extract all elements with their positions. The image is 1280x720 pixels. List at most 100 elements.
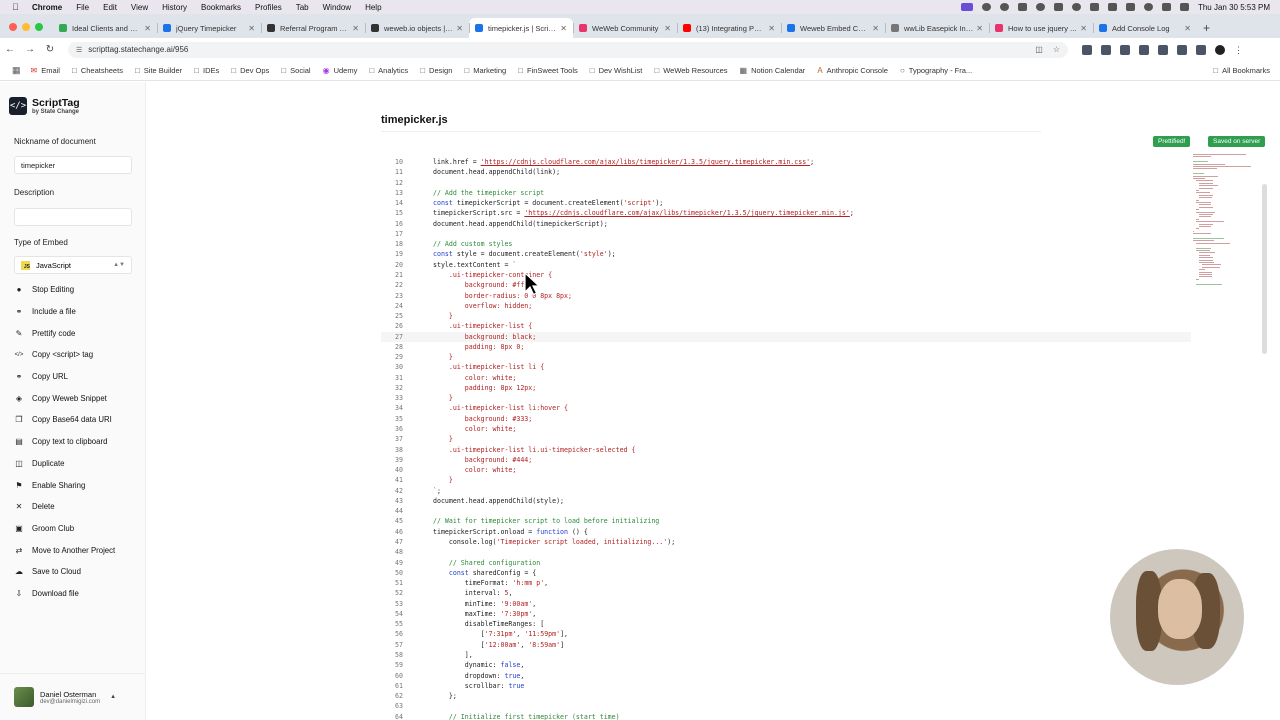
- code-line[interactable]: 52 interval: 5,: [381, 588, 1191, 598]
- code-line[interactable]: 64 // Initialize first timepicker (start…: [381, 712, 1191, 720]
- action-copy-base64-data-uri[interactable]: ❐ Copy Base64 data URI: [14, 409, 115, 431]
- code-line[interactable]: 20 style.textContent = `: [381, 260, 1191, 270]
- code-line[interactable]: 49 // Shared configuration: [381, 558, 1191, 568]
- code-line[interactable]: 60 dropdown: true,: [381, 671, 1191, 681]
- menu-clock[interactable]: Thu Jan 30 5:53 PM: [1198, 3, 1270, 12]
- address-url[interactable]: scripttag.statechange.ai/956: [88, 45, 188, 54]
- code-line[interactable]: 50 const sharedConfig = {: [381, 568, 1191, 578]
- code-line[interactable]: 48: [381, 547, 1191, 557]
- code-line[interactable]: 41 }: [381, 475, 1191, 485]
- bookmark-item[interactable]: □ Dev Ops: [231, 66, 269, 75]
- code-line[interactable]: 19 const style = document.createElement('…: [381, 249, 1191, 259]
- code-line[interactable]: 18 // Add custom styles: [381, 239, 1191, 249]
- code-line[interactable]: 42 `;: [381, 486, 1191, 496]
- scripttag-logo[interactable]: </> ScriptTag by State Change: [9, 97, 80, 115]
- code-line[interactable]: 25 }: [381, 311, 1191, 321]
- close-tab-icon[interactable]: ✕: [1080, 24, 1087, 33]
- close-tab-icon[interactable]: ✕: [352, 24, 359, 33]
- browser-tab[interactable]: Referral Program A... ✕: [261, 18, 365, 38]
- close-tab-icon[interactable]: ✕: [872, 24, 879, 33]
- action-copy-weweb-snippet[interactable]: ◈ Copy Weweb Snippet: [14, 387, 115, 409]
- code-line[interactable]: 54 maxTime: '7:30pm',: [381, 609, 1191, 619]
- code-minimap[interactable]: [1193, 152, 1261, 302]
- nickname-field[interactable]: timepicker: [14, 156, 132, 174]
- code-line[interactable]: 16 document.head.appendChild(timepickerSc…: [381, 219, 1191, 229]
- browser-tab[interactable]: jQuery Timepicker ✕: [157, 18, 261, 38]
- code-line[interactable]: 46 timepickerScript.onload = function () …: [381, 527, 1191, 537]
- code-line[interactable]: 53 minTime: '9:00am',: [381, 599, 1191, 609]
- status-icon[interactable]: [981, 3, 991, 11]
- close-tab-icon[interactable]: ✕: [144, 24, 151, 33]
- code-editor[interactable]: 10 link.href = 'https://cdnjs.cloudflare.…: [381, 152, 1191, 720]
- action-copy-text-to-clipboard[interactable]: ▤ Copy text to clipboard: [14, 431, 115, 453]
- action-save-to-cloud[interactable]: ☁ Save to Cloud: [14, 561, 115, 583]
- code-line[interactable]: 56 ['7:31pm', '11:59pm'],: [381, 629, 1191, 639]
- bookmark-item[interactable]: □ Marketing: [464, 66, 506, 75]
- code-line[interactable]: 17: [381, 229, 1191, 239]
- menu-profiles[interactable]: Profiles: [255, 3, 282, 12]
- action-copy-script-tag[interactable]: </> Copy <script> tag: [14, 344, 115, 366]
- browser-tab[interactable]: Add Console Log ✕: [1093, 18, 1197, 38]
- bookmark-item[interactable]: □ Analytics: [369, 66, 408, 75]
- close-tab-icon[interactable]: ✕: [1184, 24, 1191, 33]
- search-icon[interactable]: [1161, 3, 1171, 11]
- code-line[interactable]: 23 border-radius: 0 0 8px 8px;: [381, 291, 1191, 301]
- code-line[interactable]: 59 dynamic: false,: [381, 660, 1191, 670]
- code-line[interactable]: 34 .ui-timepicker-list li:hover {: [381, 403, 1191, 413]
- reload-icon[interactable]: ↻: [40, 44, 60, 55]
- code-line[interactable]: 36 color: white;: [381, 424, 1191, 434]
- status-icon[interactable]: [1017, 3, 1027, 11]
- code-line[interactable]: 10 link.href = 'https://cdnjs.cloudflare.…: [381, 157, 1191, 167]
- close-tab-icon[interactable]: ✕: [976, 24, 983, 33]
- code-line[interactable]: 62 };: [381, 691, 1191, 701]
- more-menu-icon[interactable]: ⋮: [1234, 45, 1244, 55]
- code-line[interactable]: 30 .ui-timepicker-list li {: [381, 362, 1191, 372]
- close-window-icon[interactable]: [9, 23, 17, 31]
- status-icon[interactable]: [999, 3, 1009, 11]
- menu-app-name[interactable]: Chrome: [32, 3, 62, 12]
- new-tab-button[interactable]: +: [1197, 21, 1216, 38]
- menu-window[interactable]: Window: [323, 3, 351, 12]
- code-line[interactable]: 57 ['12:00am', '8:59am']: [381, 640, 1191, 650]
- control-center-icon[interactable]: [1179, 3, 1189, 11]
- code-line[interactable]: 35 background: #333;: [381, 414, 1191, 424]
- code-line[interactable]: 15 timepickerScript.src = 'https://cdnjs.…: [381, 208, 1191, 218]
- code-line[interactable]: 55 disableTimeRanges: [: [381, 619, 1191, 629]
- code-line[interactable]: 44: [381, 506, 1191, 516]
- browser-tab[interactable]: How to use jquery ... ✕: [989, 18, 1093, 38]
- browser-tab[interactable]: Ideal Clients and Le... ✕: [53, 18, 157, 38]
- volume-icon[interactable]: [1107, 3, 1117, 11]
- screen-record-icon[interactable]: [960, 3, 973, 11]
- code-line[interactable]: 61 scrollbar: true: [381, 681, 1191, 691]
- bookmark-item[interactable]: □ IDEs: [194, 66, 219, 75]
- bookmark-item[interactable]: ○ Typography - Fra...: [900, 66, 972, 75]
- code-line[interactable]: 51 timeFormat: 'h:mm p',: [381, 578, 1191, 588]
- action-copy-url[interactable]: ⚭ Copy URL: [14, 366, 115, 388]
- code-line[interactable]: 24 overflow: hidden;: [381, 301, 1191, 311]
- bookmark-item[interactable]: □ Social: [281, 66, 310, 75]
- action-delete[interactable]: ✕ Delete: [14, 496, 115, 518]
- maximize-window-icon[interactable]: [35, 23, 43, 31]
- extension-icon[interactable]: [1139, 44, 1149, 55]
- site-info-icon[interactable]: ☰: [76, 46, 82, 54]
- code-line[interactable]: 31 color: white;: [381, 373, 1191, 383]
- code-line[interactable]: 38 .ui-timepicker-list li.ui-timepicker-…: [381, 445, 1191, 455]
- menu-file[interactable]: File: [76, 3, 89, 12]
- code-line[interactable]: 47 console.log('Timepicker script loaded…: [381, 537, 1191, 547]
- bookmark-item[interactable]: □ Site Builder: [135, 66, 182, 75]
- chevron-up-icon[interactable]: ▲: [110, 694, 116, 700]
- browser-tab[interactable]: weweb.io objects | ... ✕: [365, 18, 469, 38]
- status-icon[interactable]: [1053, 3, 1063, 11]
- bookmark-item[interactable]: ▦ Notion Calendar: [740, 66, 806, 75]
- code-line[interactable]: 12: [381, 178, 1191, 188]
- close-tab-icon[interactable]: ✕: [768, 24, 775, 33]
- action-stop-editing[interactable]: ● Stop Editing: [14, 279, 115, 301]
- close-tab-icon[interactable]: ✕: [664, 24, 671, 33]
- bookmark-item[interactable]: □ Cheatsheets: [72, 66, 123, 75]
- extension-icon[interactable]: [1101, 44, 1111, 55]
- browser-tab[interactable]: WeWeb Community ✕: [573, 18, 677, 38]
- bookmark-item[interactable]: □ Design: [420, 66, 452, 75]
- action-enable-sharing[interactable]: ⚑ Enable Sharing: [14, 474, 115, 496]
- embed-type-select[interactable]: JS JavaScript ▲▼: [14, 256, 132, 274]
- code-line[interactable]: 29 }: [381, 352, 1191, 362]
